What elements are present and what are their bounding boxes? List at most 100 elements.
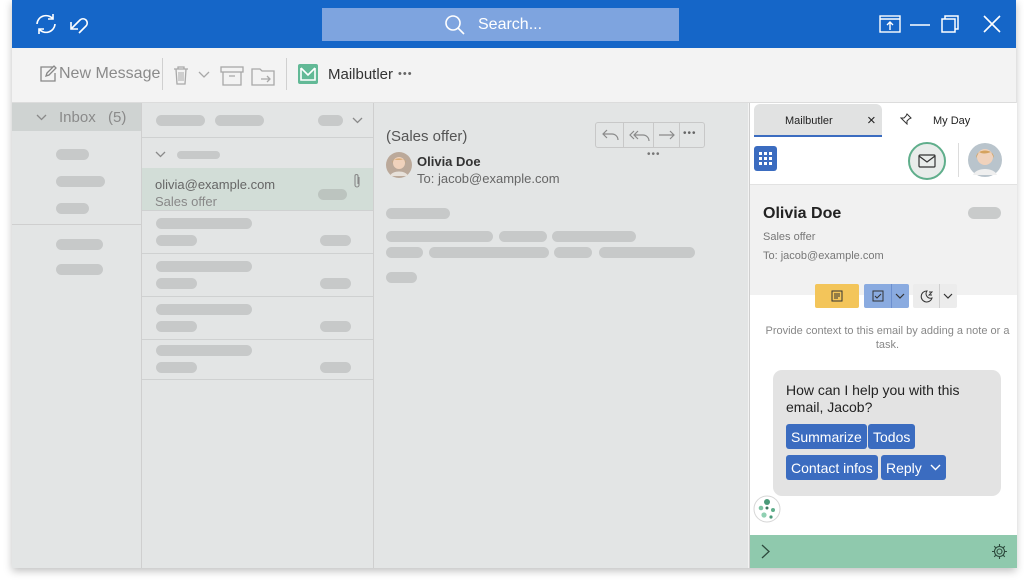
body-placeholder bbox=[386, 247, 423, 258]
maximize-icon[interactable] bbox=[940, 14, 960, 34]
compose-icon bbox=[39, 65, 57, 83]
more-icon[interactable]: ••• bbox=[683, 128, 697, 139]
contact-infos-button[interactable]: Contact infos bbox=[786, 455, 878, 480]
line-placeholder bbox=[156, 345, 252, 356]
sender-name: Olivia Doe bbox=[417, 154, 481, 169]
contact-placeholder bbox=[968, 207, 1001, 219]
message-list: olivia@example.com Sales offer bbox=[142, 103, 374, 568]
apps-grid-button[interactable] bbox=[754, 146, 777, 171]
close-icon[interactable]: × bbox=[867, 112, 876, 129]
chevron-down-icon[interactable] bbox=[895, 293, 905, 299]
date-placeholder bbox=[320, 362, 351, 373]
folder-pane: Inbox (5) bbox=[12, 103, 142, 568]
summarize-button[interactable]: Summarize bbox=[786, 424, 867, 449]
list-item[interactable]: olivia@example.com Sales offer bbox=[142, 168, 373, 211]
list-item[interactable] bbox=[142, 297, 373, 340]
chevron-down-icon[interactable] bbox=[155, 151, 166, 158]
toolbar-divider bbox=[286, 58, 287, 90]
chevron-down-icon[interactable] bbox=[198, 71, 210, 79]
task-icon bbox=[872, 290, 884, 302]
mail-window: Search... New Message Mailbutler ••• Inb… bbox=[12, 0, 1017, 568]
folder-placeholder[interactable] bbox=[56, 264, 103, 275]
split-divider bbox=[891, 284, 892, 308]
mailbutler-logo-icon bbox=[298, 64, 318, 84]
sync-icon[interactable] bbox=[32, 11, 60, 37]
body-placeholder bbox=[599, 247, 695, 258]
folder-placeholder[interactable] bbox=[56, 203, 89, 214]
date-placeholder bbox=[320, 321, 351, 332]
chevron-down-icon[interactable] bbox=[352, 117, 363, 124]
list-item-from: olivia@example.com bbox=[155, 177, 276, 192]
add-task-button[interactable] bbox=[864, 284, 909, 308]
context-hint: Provide context to this email by adding … bbox=[765, 325, 1010, 351]
folder-inbox[interactable]: Inbox (5) bbox=[12, 103, 141, 131]
assistant-bubble: How can I help you with this email, Jaco… bbox=[773, 370, 1001, 496]
grid-icon bbox=[759, 152, 772, 165]
tab-my-day[interactable]: My Day bbox=[890, 104, 1010, 137]
chevron-right-icon[interactable] bbox=[761, 544, 770, 559]
body-placeholder bbox=[386, 208, 450, 219]
list-item[interactable] bbox=[142, 211, 373, 254]
line-placeholder bbox=[156, 235, 197, 246]
minimize-icon[interactable] bbox=[910, 23, 930, 27]
contact-name: Olivia Doe bbox=[763, 205, 842, 222]
chevron-down-icon[interactable] bbox=[943, 293, 953, 299]
split-divider bbox=[939, 284, 940, 308]
add-note-button[interactable] bbox=[815, 284, 859, 308]
reply-all-icon[interactable] bbox=[628, 127, 650, 143]
toolbar-divider bbox=[162, 58, 163, 90]
inbox-count: (5) bbox=[108, 109, 127, 126]
folder-divider bbox=[12, 224, 141, 225]
delete-icon[interactable] bbox=[173, 65, 189, 85]
action-divider bbox=[653, 123, 654, 147]
avatar[interactable] bbox=[968, 143, 1002, 177]
body-placeholder bbox=[552, 231, 636, 242]
folder-placeholder[interactable] bbox=[56, 149, 89, 160]
list-header-placeholder[interactable] bbox=[318, 115, 343, 126]
email-view-button[interactable] bbox=[908, 142, 946, 180]
list-divider bbox=[142, 137, 373, 138]
recipient: To: jacob@example.com bbox=[417, 171, 560, 186]
body-placeholder bbox=[554, 247, 592, 258]
body-placeholder bbox=[429, 247, 549, 258]
list-header-placeholder bbox=[156, 115, 205, 126]
reply-icon[interactable] bbox=[601, 128, 619, 142]
close-icon[interactable] bbox=[982, 14, 1002, 34]
more-icon[interactable]: ••• bbox=[647, 149, 661, 160]
note-icon bbox=[831, 290, 843, 302]
group-header-placeholder bbox=[177, 151, 220, 159]
folder-placeholder[interactable] bbox=[56, 239, 103, 250]
header-divider bbox=[958, 143, 959, 177]
todos-button[interactable]: Todos bbox=[868, 424, 916, 449]
restore-panel-icon[interactable] bbox=[879, 15, 901, 33]
gear-icon[interactable] bbox=[991, 543, 1008, 560]
search-placeholder: Search... bbox=[478, 16, 543, 33]
summarize-label: Summarize bbox=[791, 428, 862, 445]
toolbar: New Message Mailbutler ••• bbox=[12, 48, 1016, 103]
date-placeholder bbox=[318, 189, 347, 200]
date-placeholder bbox=[320, 235, 351, 246]
move-icon[interactable] bbox=[251, 65, 277, 87]
tab-mailbutler[interactable]: Mailbutler × bbox=[754, 104, 882, 137]
mailbutler-button[interactable]: Mailbutler ••• bbox=[298, 64, 413, 84]
search-bar[interactable]: Search... bbox=[322, 8, 679, 41]
snooze-button[interactable] bbox=[913, 284, 957, 308]
reply-button[interactable]: Reply bbox=[881, 455, 946, 480]
snooze-icon bbox=[920, 290, 933, 303]
avatar bbox=[386, 152, 412, 178]
mailbutler-panel: Mailbutler × My Day Olivia Doe Sales off… bbox=[749, 103, 1017, 568]
panel-tabbar: Mailbutler × My Day bbox=[750, 103, 1017, 137]
list-item-subject: Sales offer bbox=[155, 194, 217, 209]
archive-icon[interactable] bbox=[220, 66, 244, 86]
new-message-button[interactable]: New Message bbox=[39, 65, 160, 83]
list-item[interactable] bbox=[142, 254, 373, 297]
panel-footer bbox=[750, 535, 1017, 568]
body-placeholder bbox=[386, 231, 493, 242]
title-bar: Search... bbox=[12, 0, 1016, 48]
undo-icon[interactable] bbox=[67, 11, 93, 37]
more-icon[interactable]: ••• bbox=[398, 68, 413, 80]
folder-placeholder[interactable] bbox=[56, 176, 105, 187]
list-item[interactable] bbox=[142, 340, 373, 380]
forward-icon[interactable] bbox=[658, 130, 676, 140]
search-icon bbox=[444, 14, 466, 36]
